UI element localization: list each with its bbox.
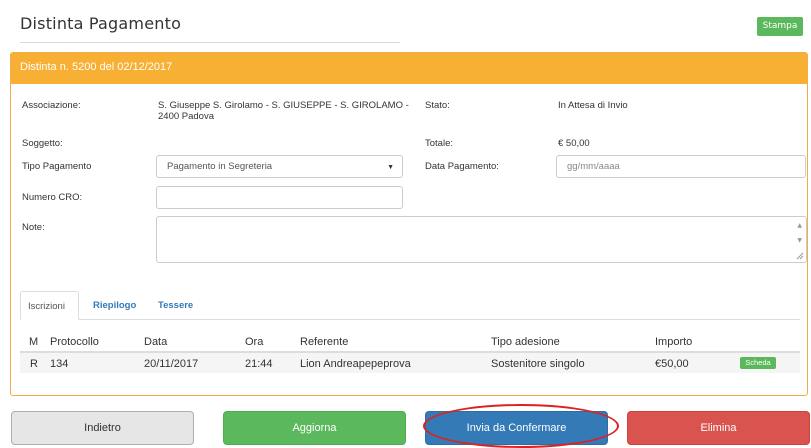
col-header-ora: Ora	[245, 336, 264, 348]
print-button[interactable]: Stampa	[757, 17, 803, 36]
stato-label: Stato:	[425, 100, 450, 111]
associazione-value: S. Giuseppe S. Girolamo - S. GIUSEPPE - …	[158, 100, 409, 122]
panel-header: Distinta n. 5200 del 02/12/2017	[11, 53, 807, 84]
chevron-down-icon: ▼	[387, 164, 394, 171]
tipo-pagamento-select[interactable]: Pagamento in Segreteria ▼	[156, 155, 403, 178]
totale-label: Totale:	[425, 138, 453, 149]
tipo-pagamento-label: Tipo Pagamento	[22, 161, 92, 172]
tab-iscrizioni[interactable]: Iscrizioni	[20, 291, 79, 320]
tab-tessere[interactable]: Tessere	[158, 300, 193, 311]
payment-panel: Distinta n. 5200 del 02/12/2017 Associaz…	[10, 52, 808, 396]
stato-value: In Attesa di Invio	[558, 100, 628, 111]
cell-data: 20/11/2017	[144, 358, 199, 370]
note-label: Note:	[22, 222, 45, 233]
cell-referente: Lion Andreapepeprova	[300, 358, 411, 370]
tabs-underline	[20, 319, 800, 320]
scheda-button[interactable]: Scheda	[740, 357, 776, 369]
data-pagamento-input[interactable]: gg/mm/aaaa	[556, 155, 806, 178]
cell-importo: €50,00	[655, 358, 689, 370]
tipo-pagamento-selected: Pagamento in Segreteria	[167, 161, 273, 172]
numero-cro-label: Numero CRO:	[22, 192, 83, 203]
col-header-importo: Importo	[655, 336, 693, 348]
tab-riepilogo[interactable]: Riepilogo	[93, 300, 136, 311]
cell-protocollo: 134	[50, 358, 69, 370]
col-header-m: M	[29, 336, 39, 348]
soggetto-label: Soggetto:	[22, 138, 63, 149]
totale-value: € 50,00	[558, 138, 590, 149]
page-title: Distinta Pagamento	[20, 14, 182, 33]
cell-tipo-adesione: Sostenitore singolo	[491, 358, 585, 370]
data-pagamento-label: Data Pagamento:	[425, 161, 499, 172]
data-pagamento-placeholder: gg/mm/aaaa	[567, 161, 620, 172]
tab-iscrizioni-label: Iscrizioni	[28, 301, 65, 312]
delete-button[interactable]: Elimina	[627, 411, 810, 445]
associazione-label: Associazione:	[22, 100, 81, 111]
col-header-tipo-adesione: Tipo adesione	[491, 336, 560, 348]
col-header-data: Data	[144, 336, 168, 348]
numero-cro-input[interactable]	[156, 186, 403, 209]
spin-up-icon[interactable]: ▲	[797, 222, 802, 229]
associazione-value-line2: 2400 Padova	[158, 111, 214, 122]
resize-grip-icon[interactable]	[796, 252, 804, 260]
send-for-confirmation-button[interactable]: Invia da Confermare	[425, 411, 608, 445]
associazione-value-line1: S. Giuseppe S. Girolamo - S. GIUSEPPE - …	[158, 100, 409, 111]
col-header-referente: Referente	[300, 336, 349, 348]
title-divider	[20, 42, 400, 43]
panel-heading: Distinta n. 5200 del 02/12/2017	[20, 61, 173, 73]
cell-m: R	[30, 358, 38, 370]
col-header-protocollo: Protocollo	[50, 336, 99, 348]
update-button[interactable]: Aggiorna	[223, 411, 406, 445]
back-button[interactable]: Indietro	[11, 411, 194, 445]
note-textarea[interactable]: ▲ ▼	[156, 216, 807, 263]
spin-down-icon[interactable]: ▼	[797, 237, 802, 244]
cell-ora: 21:44	[245, 358, 273, 370]
